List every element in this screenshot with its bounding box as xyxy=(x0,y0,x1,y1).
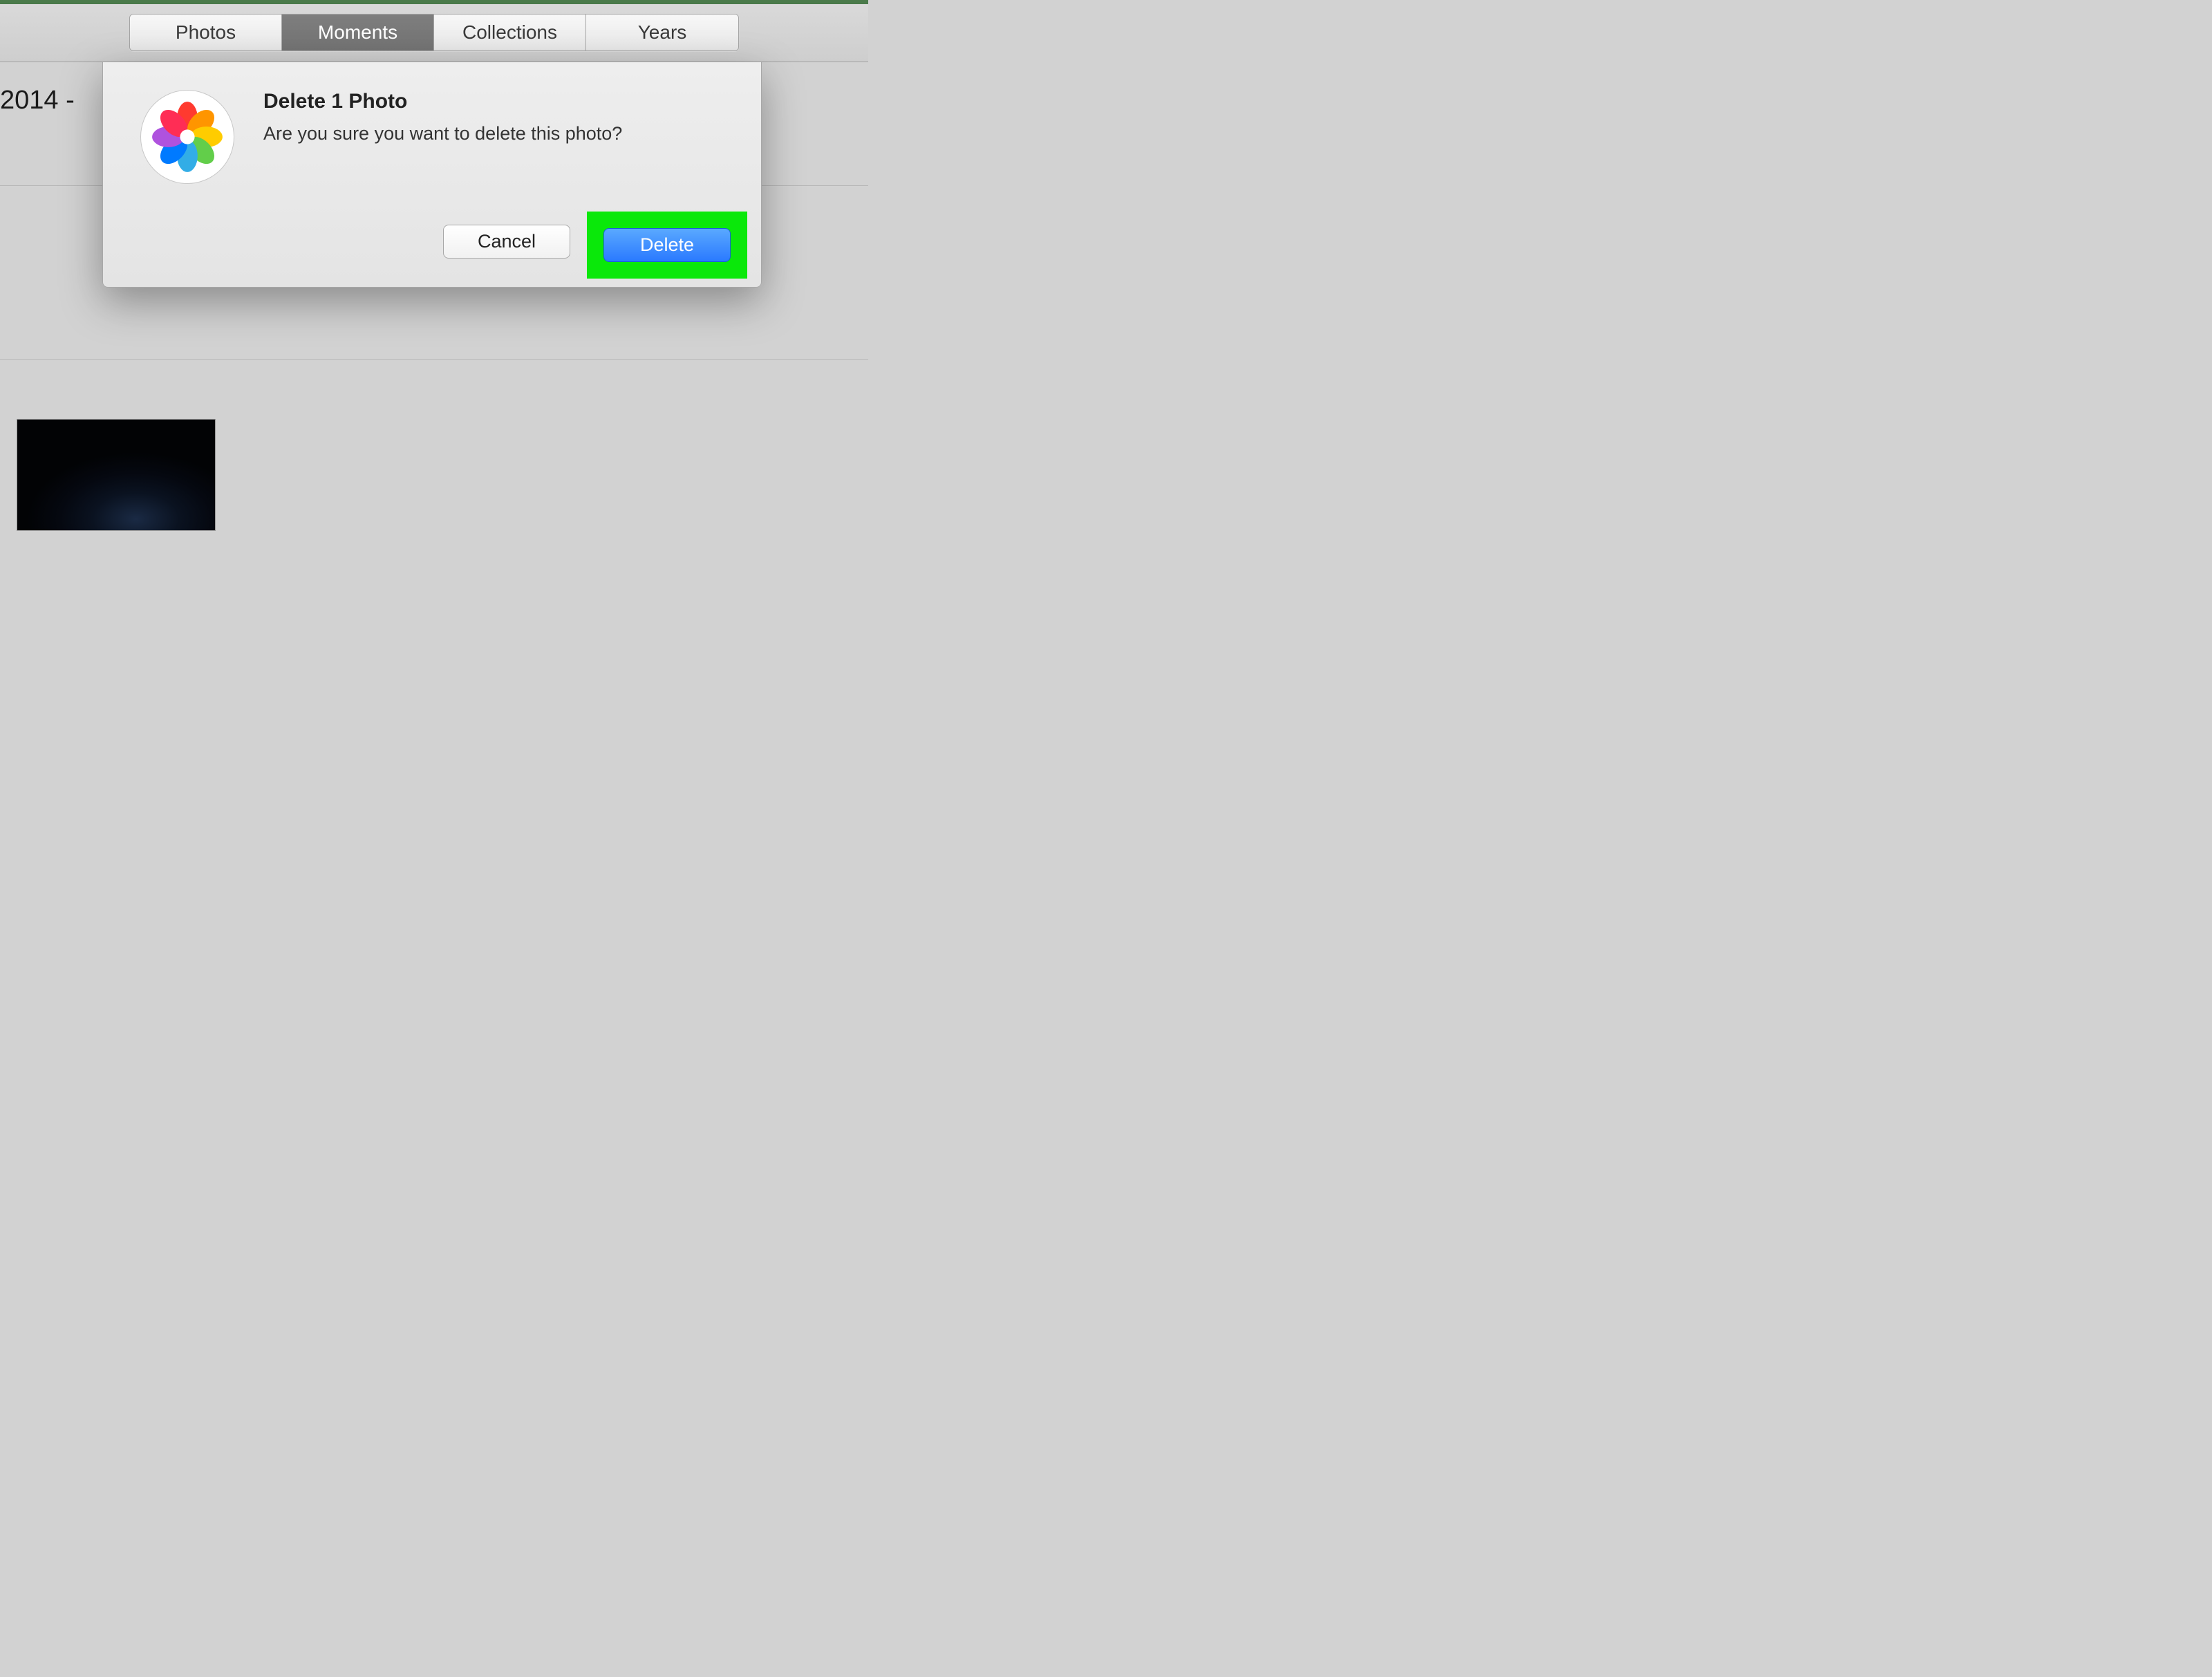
instruction-highlight: Delete xyxy=(587,212,747,279)
dialog-body: Delete 1 Photo Are you sure you want to … xyxy=(129,88,735,184)
row-divider xyxy=(0,359,868,360)
photos-app-icon xyxy=(140,90,234,184)
dialog-message: Are you sure you want to delete this pho… xyxy=(263,123,735,144)
moment-year-label: 2014 - xyxy=(0,86,75,115)
photos-flower-icon xyxy=(151,100,224,174)
view-tabs-segmented: Photos Moments Collections Years xyxy=(129,14,739,51)
dialog-button-row: Cancel Delete xyxy=(129,212,735,272)
delete-button[interactable]: Delete xyxy=(603,228,731,262)
dialog-title: Delete 1 Photo xyxy=(263,90,735,113)
tab-years[interactable]: Years xyxy=(586,15,738,50)
tab-moments[interactable]: Moments xyxy=(282,15,434,50)
tab-photos[interactable]: Photos xyxy=(130,15,282,50)
view-tabs-toolbar: Photos Moments Collections Years xyxy=(0,4,868,62)
delete-photo-dialog: Delete 1 Photo Are you sure you want to … xyxy=(102,62,762,288)
cancel-button[interactable]: Cancel xyxy=(443,225,570,259)
tab-collections[interactable]: Collections xyxy=(434,15,586,50)
dialog-text: Delete 1 Photo Are you sure you want to … xyxy=(263,88,735,144)
photo-thumbnail[interactable] xyxy=(17,419,216,531)
photos-content: 2014 - xyxy=(0,62,868,658)
